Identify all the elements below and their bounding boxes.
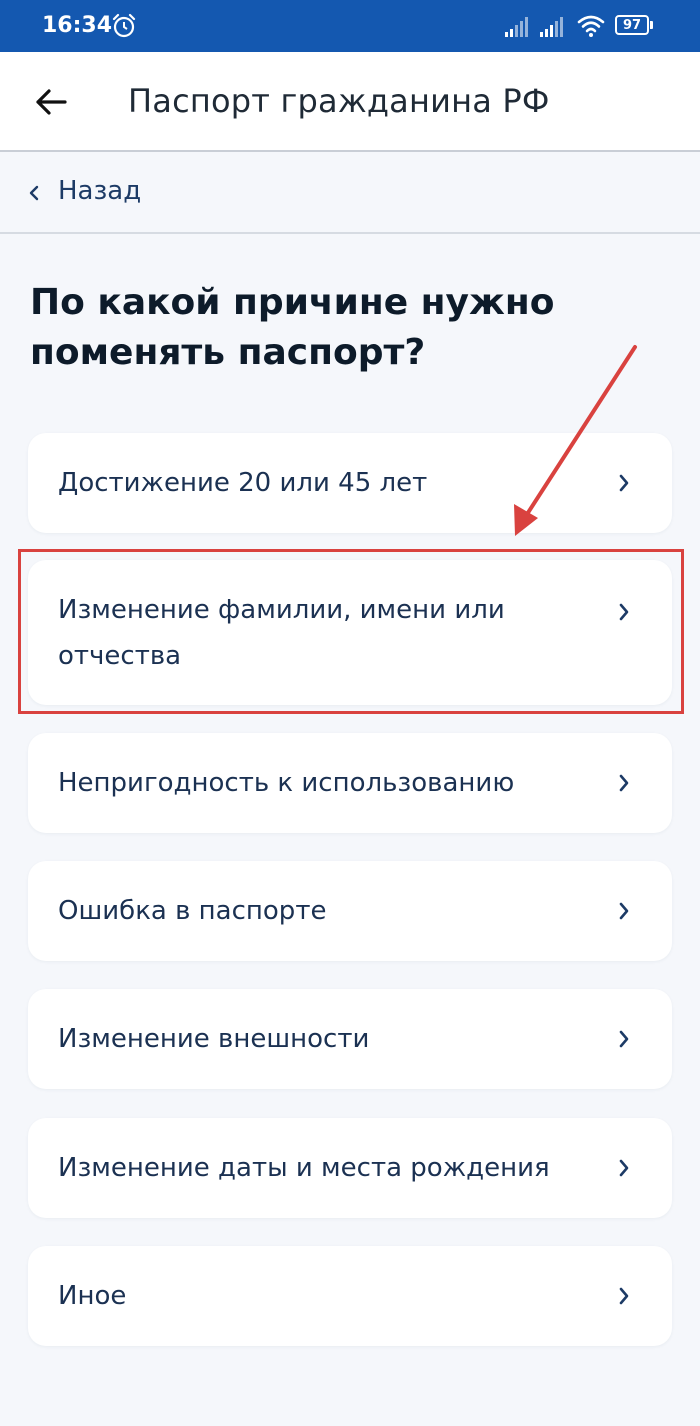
- chevron-right-icon: [619, 1287, 629, 1305]
- chevron-right-icon: [619, 1030, 629, 1048]
- back-link[interactable]: Назад: [0, 152, 700, 234]
- chevron-right-icon: [619, 902, 629, 920]
- option-label: Изменение даты и места рождения: [58, 1153, 550, 1183]
- chevron-left-icon: [29, 185, 39, 201]
- option-label: Изменение внешности: [58, 1024, 370, 1054]
- back-link-label[interactable]: Назад: [58, 176, 141, 206]
- option-label: Ошибка в паспорте: [58, 896, 327, 926]
- option-label: Иное: [58, 1281, 127, 1311]
- status-bar: 16:34 97: [0, 0, 700, 52]
- status-time: 16:34: [42, 13, 113, 38]
- option-birth-data-change[interactable]: Изменение даты и места рождения: [28, 1118, 672, 1218]
- alarm-clock-icon: [112, 13, 136, 38]
- option-label: Изменение фамилии, имени или отчества: [58, 595, 505, 671]
- chevron-right-icon: [619, 1159, 629, 1177]
- app-header: Паспорт гражданина РФ: [0, 52, 700, 152]
- option-label: Непригодность к использованию: [58, 768, 515, 798]
- battery-icon: 97: [615, 15, 655, 37]
- page-title: Паспорт гражданина РФ: [128, 82, 550, 120]
- wifi-icon: [577, 15, 605, 37]
- option-unusable[interactable]: Непригодность к использованию: [28, 733, 672, 833]
- option-other[interactable]: Иное: [28, 1246, 672, 1346]
- chevron-right-icon: [619, 603, 629, 621]
- option-name-change[interactable]: Изменение фамилии, имени или отчества: [28, 560, 672, 705]
- option-appearance-change[interactable]: Изменение внешности: [28, 989, 672, 1089]
- annotation-arrow-icon: [514, 345, 637, 536]
- arrow-left-icon[interactable]: [34, 88, 68, 116]
- cellular-signal-icon: [505, 17, 528, 37]
- battery-level: 97: [622, 17, 642, 33]
- option-passport-error[interactable]: Ошибка в паспорте: [28, 861, 672, 961]
- chevron-right-icon: [619, 774, 629, 792]
- cellular-signal-icon-2: [540, 17, 563, 37]
